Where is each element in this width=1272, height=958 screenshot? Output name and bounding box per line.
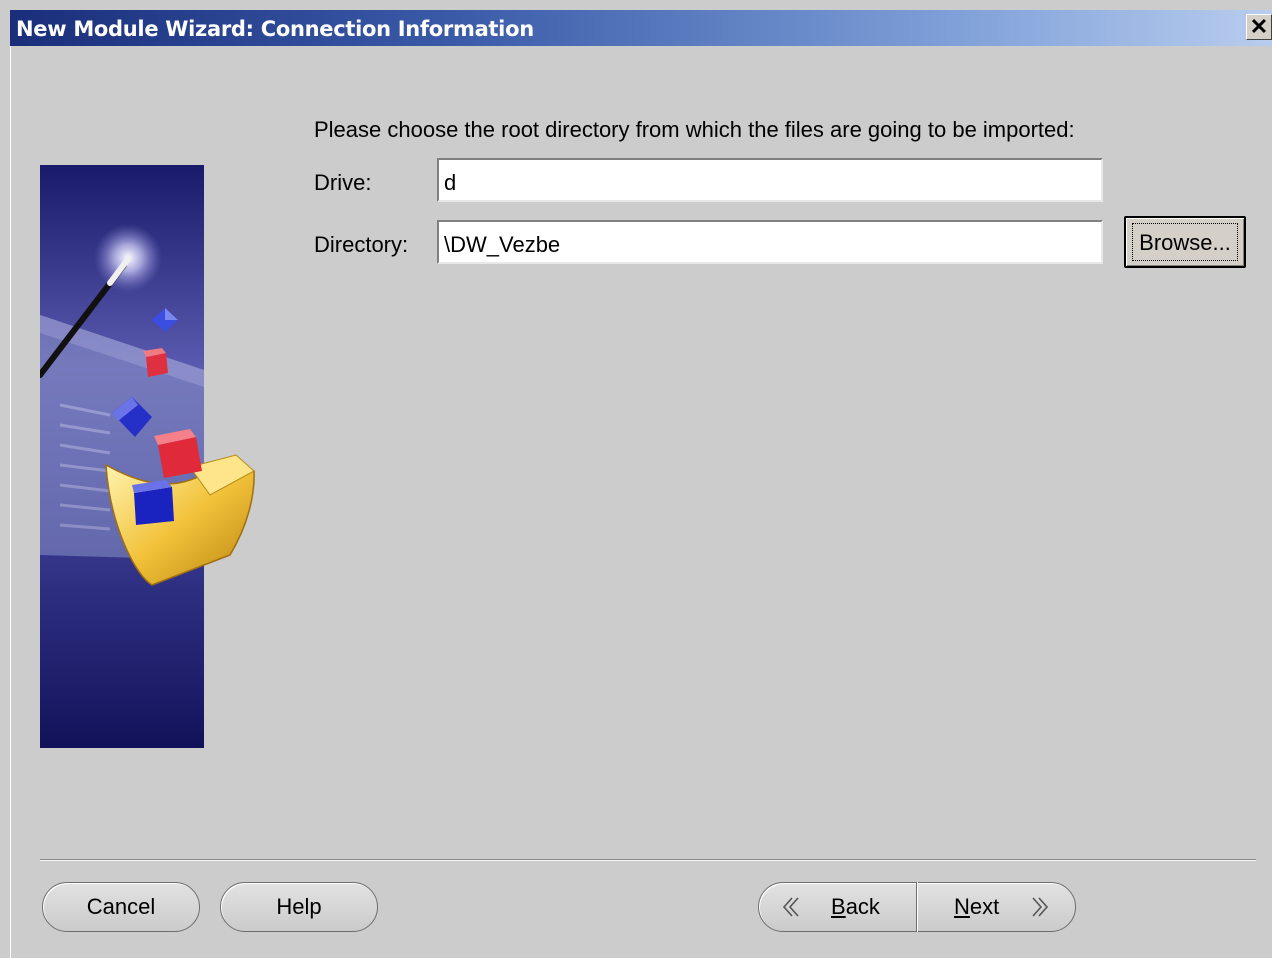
drive-input[interactable]: d [437, 158, 1103, 202]
back-button[interactable]: Back [759, 883, 916, 931]
browse-button-label: Browse... [1132, 223, 1238, 261]
close-button[interactable]: ✕ [1246, 14, 1272, 40]
next-label: Next [954, 894, 1000, 919]
instruction-text: Please choose the root directory from wh… [314, 117, 1075, 142]
footer-separator [40, 859, 1256, 861]
wizard-illustration [40, 165, 255, 748]
cancel-button[interactable]: Cancel [42, 882, 200, 932]
drive-label: Drive: [314, 170, 372, 195]
close-icon: ✕ [1249, 14, 1269, 39]
chevron-right-icon [1032, 897, 1049, 917]
directory-input[interactable]: \DW_Vezbe [437, 220, 1103, 264]
next-button[interactable]: Next [918, 883, 1075, 931]
navigation-buttons: Back Next [758, 882, 1076, 932]
directory-label: Directory: [314, 232, 409, 257]
chevron-left-icon [782, 897, 799, 917]
window-title: New Module Wizard: Connection Informatio… [16, 17, 534, 41]
browse-button[interactable]: Browse... [1124, 216, 1246, 268]
help-button[interactable]: Help [220, 882, 378, 932]
back-label: Back [831, 894, 880, 919]
title-bar: New Module Wizard: Connection Informatio… [10, 10, 1272, 46]
